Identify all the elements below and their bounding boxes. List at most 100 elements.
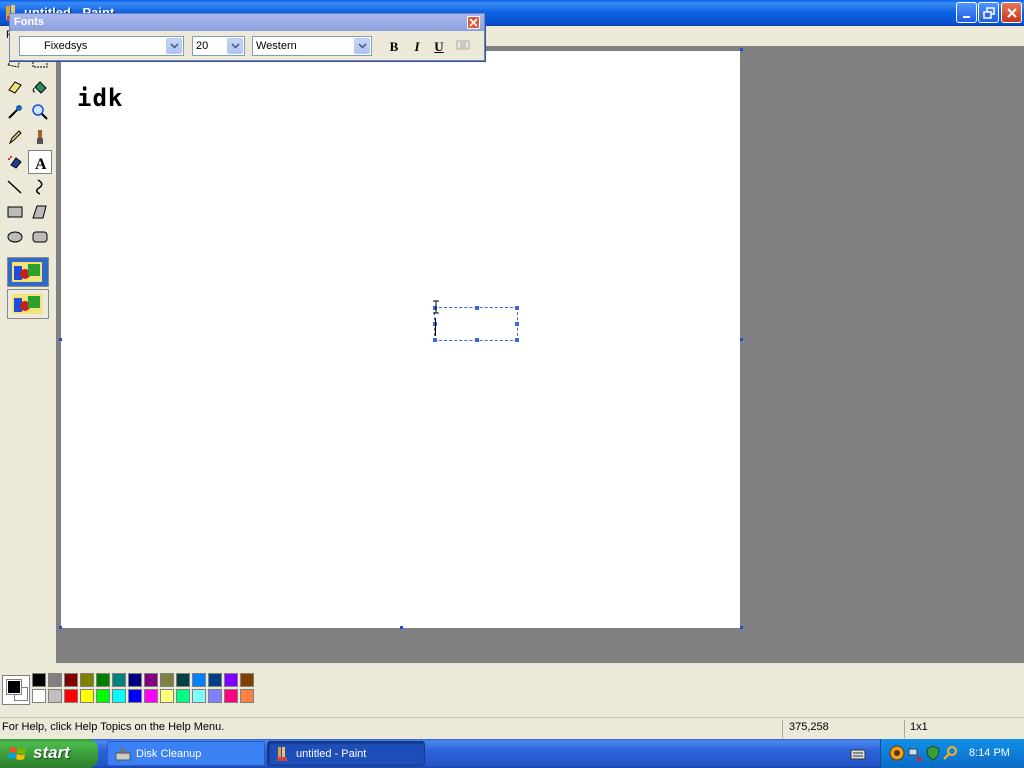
- palette-swatch[interactable]: [112, 689, 126, 703]
- vertical-text-button[interactable]: [454, 38, 472, 55]
- palette-swatch[interactable]: [192, 689, 206, 703]
- paint-bucket-icon: [32, 81, 47, 94]
- magnifier-icon: [32, 104, 48, 120]
- status-selection-size: 1x1: [910, 721, 928, 733]
- status-coordinates: 375,258: [789, 721, 829, 733]
- fonts-close-button[interactable]: [467, 16, 480, 29]
- text-caret: [435, 318, 436, 336]
- palette-swatch[interactable]: [48, 689, 62, 703]
- eraser-tool[interactable]: [3, 75, 27, 99]
- palette-swatch[interactable]: [32, 673, 46, 687]
- canvas-resize-handle[interactable]: [59, 626, 62, 629]
- font-size-select[interactable]: 20: [192, 36, 245, 56]
- taskbar-item-paint[interactable]: untitled - Paint: [267, 741, 425, 766]
- pencil-tool[interactable]: [3, 125, 27, 149]
- palette-swatch[interactable]: [128, 689, 142, 703]
- fill-tool[interactable]: [28, 75, 52, 99]
- taskbar-item-label: untitled - Paint: [296, 748, 367, 760]
- search-icon[interactable]: [943, 745, 959, 761]
- palette-swatch[interactable]: [208, 689, 222, 703]
- drawing-canvas[interactable]: [61, 51, 740, 628]
- font-size-dropdown-button[interactable]: [227, 38, 243, 54]
- tray-app-icon[interactable]: [889, 745, 905, 761]
- polygon-tool[interactable]: [28, 200, 52, 224]
- font-script-value: Western: [256, 40, 297, 52]
- fonts-toolbar-titlebar[interactable]: Fonts: [10, 14, 484, 31]
- security-icon[interactable]: [925, 745, 941, 761]
- text-input-box[interactable]: [433, 306, 519, 342]
- textbox-handle[interactable]: [515, 338, 519, 342]
- close-button[interactable]: [1001, 2, 1022, 23]
- status-separator: [782, 720, 783, 738]
- textbox-handle[interactable]: [475, 306, 479, 310]
- keyboard-icon[interactable]: [850, 747, 866, 761]
- palette-swatch[interactable]: [240, 689, 254, 703]
- palette-swatch[interactable]: [80, 673, 94, 687]
- textbox-handle[interactable]: [475, 338, 479, 342]
- line-tool[interactable]: [3, 175, 27, 199]
- palette-swatch[interactable]: [208, 673, 222, 687]
- font-name-select[interactable]: Fixedsys: [19, 36, 184, 56]
- palette-swatch[interactable]: [48, 673, 62, 687]
- vertical-text-icon: [456, 40, 470, 50]
- font-script-dropdown-button[interactable]: [354, 38, 370, 54]
- palette-swatch[interactable]: [64, 689, 78, 703]
- palette-swatch[interactable]: [160, 673, 174, 687]
- bold-button[interactable]: B: [385, 38, 403, 55]
- palette-swatch[interactable]: [192, 673, 206, 687]
- canvas-resize-handle[interactable]: [400, 626, 403, 629]
- network-icon[interactable]: [907, 745, 923, 761]
- text-tool[interactable]: A: [28, 150, 52, 174]
- transparent-background-icon: [12, 294, 42, 314]
- palette-swatch[interactable]: [224, 673, 238, 687]
- disk-cleanup-icon: [115, 747, 131, 761]
- palette-swatch[interactable]: [224, 689, 238, 703]
- italic-button[interactable]: I: [408, 38, 426, 55]
- textbox-handle[interactable]: [433, 338, 437, 342]
- font-name-dropdown-button[interactable]: [166, 38, 182, 54]
- brush-tool[interactable]: [28, 125, 52, 149]
- font-script-select[interactable]: Western: [252, 36, 372, 56]
- palette-swatch[interactable]: [64, 673, 78, 687]
- ellipse-tool[interactable]: [3, 225, 27, 249]
- transparent-background-option[interactable]: [7, 289, 49, 319]
- canvas-resize-handle[interactable]: [59, 338, 62, 341]
- color-picker-tool[interactable]: [3, 100, 27, 124]
- underline-button[interactable]: U: [430, 38, 448, 55]
- palette-swatch[interactable]: [240, 673, 254, 687]
- palette-swatch[interactable]: [112, 673, 126, 687]
- palette-swatch[interactable]: [128, 673, 142, 687]
- curve-tool[interactable]: [28, 175, 52, 199]
- textbox-handle[interactable]: [515, 322, 519, 326]
- canvas-resize-handle[interactable]: [740, 48, 743, 51]
- system-tray: 8:14 PM: [880, 739, 1024, 768]
- polygon-icon: [32, 205, 47, 219]
- magnifier-tool[interactable]: [28, 100, 52, 124]
- minimize-button[interactable]: [956, 2, 977, 23]
- taskbar-item-disk-cleanup[interactable]: Disk Cleanup: [107, 741, 265, 766]
- palette-swatch[interactable]: [80, 689, 94, 703]
- airbrush-tool[interactable]: [3, 150, 27, 174]
- rectangle-tool[interactable]: [3, 200, 27, 224]
- palette-swatch[interactable]: [176, 673, 190, 687]
- start-button[interactable]: start: [0, 739, 98, 768]
- close-icon: [469, 18, 478, 27]
- eyedropper-icon: [8, 105, 22, 119]
- palette-swatch[interactable]: [176, 689, 190, 703]
- rounded-rectangle-tool[interactable]: [28, 225, 52, 249]
- clock: 8:14 PM: [969, 747, 1010, 759]
- palette-swatch[interactable]: [32, 689, 46, 703]
- palette-swatch[interactable]: [160, 689, 174, 703]
- canvas-resize-handle[interactable]: [740, 338, 743, 341]
- palette-swatch[interactable]: [96, 673, 110, 687]
- palette-swatch[interactable]: [144, 673, 158, 687]
- textbox-handle[interactable]: [515, 306, 519, 310]
- restore-button[interactable]: [978, 2, 999, 23]
- fonts-toolbar[interactable]: Fonts Fixedsys 20 Western B I U: [9, 13, 485, 61]
- foreground-color-indicator: [6, 679, 22, 695]
- palette-swatch[interactable]: [96, 689, 110, 703]
- opaque-background-option[interactable]: [7, 257, 49, 287]
- canvas-resize-handle[interactable]: [740, 626, 743, 629]
- palette-swatch[interactable]: [144, 689, 158, 703]
- status-separator: [904, 720, 905, 738]
